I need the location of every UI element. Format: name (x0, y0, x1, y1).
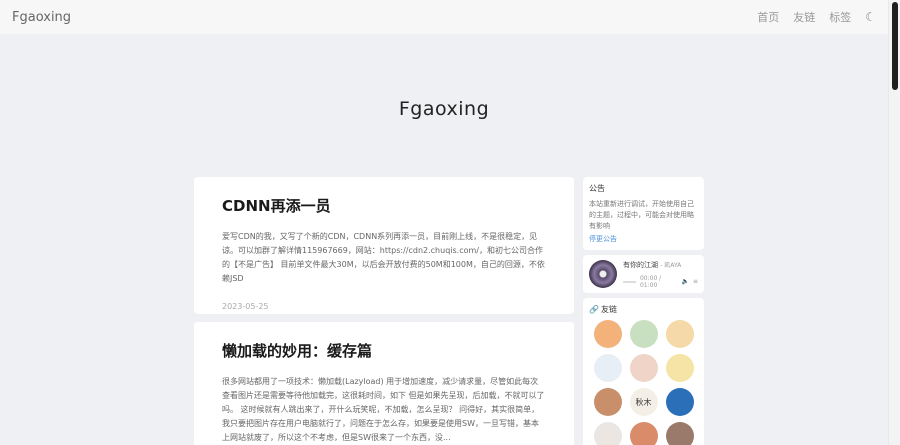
nav-item-friends[interactable]: 友链 (793, 9, 815, 25)
post-date: 2023-05-25 (222, 302, 269, 311)
nav-item-home[interactable]: 首页 (757, 9, 779, 25)
avatar-label: 秋木 (635, 397, 652, 407)
notice-widget: 公告 本站重新进行调试，开始使用自己的主题，过程中，可能会对使用略有影响 停更公… (583, 177, 704, 250)
post-title[interactable]: 懒加载的妙用：缓存篇 (222, 322, 546, 361)
friend-avatar[interactable] (593, 388, 622, 416)
post-card[interactable]: CDNN再添一员 爱写CDN的我，又写了个新的CDN，CDNN系列再添一员，目前… (194, 177, 574, 314)
friends-title-row: 🔗 友链 (589, 304, 698, 315)
friend-avatar[interactable] (665, 354, 694, 382)
player-controls: 00:00 / 01:00 🔈 ≡ (623, 275, 698, 289)
song-artist: - 凯AYA (660, 261, 682, 269)
friend-avatar[interactable] (593, 354, 622, 382)
post-card[interactable]: 懒加载的妙用：缓存篇 很多网站都用了一项技术：懒加载(Lazyload) 用于增… (194, 322, 574, 445)
moon-icon[interactable]: ☾ (865, 10, 876, 24)
hero-title: Fgaoxing (398, 98, 490, 120)
song-info: 有你的江湖 - 凯AYA (623, 260, 698, 270)
friend-avatar[interactable] (593, 320, 622, 348)
friend-avatar[interactable]: 秋木 (629, 388, 658, 416)
link-icon: 🔗 (589, 305, 599, 314)
progress-bar[interactable] (623, 280, 636, 283)
friend-avatar[interactable] (629, 354, 658, 382)
play-time: 00:00 / 01:00 (639, 274, 662, 289)
music-player: 有你的江湖 - 凯AYA 00:00 / 01:00 🔈 ≡ (583, 255, 704, 293)
nav-menu: 首页 友链 标签 ☾ (757, 9, 876, 25)
friend-avatar-grid: 秋木 (589, 320, 698, 445)
playlist-icon[interactable]: ≡ (693, 278, 698, 285)
notice-text: 本站重新进行调试，开始使用自己的主题，过程中，可能会对使用略有影响 (589, 200, 694, 230)
post-excerpt: 爱写CDN的我，又写了个新的CDN，CDNN系列再添一员，目前刚上线，不是很稳定… (222, 232, 545, 283)
friends-widget: 🔗 友链 秋木 (583, 298, 704, 445)
site-brand[interactable]: Fgaoxing (12, 10, 71, 25)
friend-avatar[interactable] (665, 388, 694, 416)
friend-avatar[interactable] (593, 422, 622, 445)
music-info: 有你的江湖 - 凯AYA 00:00 / 01:00 🔈 ≡ (623, 260, 698, 289)
song-title: 有你的江湖 (623, 260, 658, 269)
friend-avatar[interactable] (629, 320, 658, 348)
page-scrollbar[interactable] (888, 0, 900, 445)
scrollbar-thumb[interactable] (892, 2, 898, 90)
friends-title: 友链 (600, 305, 617, 314)
nav-item-tags[interactable]: 标签 (829, 9, 851, 25)
post-excerpt: 很多网站都用了一项技术：懒加载(Lazyload) 用于增加速度，减少请求量，尽… (222, 377, 545, 442)
notice-link[interactable]: 停更公告 (589, 234, 698, 244)
friend-avatar[interactable] (665, 320, 694, 348)
album-cover[interactable] (589, 260, 617, 288)
friend-avatar[interactable] (629, 422, 658, 445)
post-title[interactable]: CDNN再添一员 (222, 177, 546, 216)
notice-title: 公告 (589, 184, 605, 193)
friend-avatar[interactable] (665, 422, 694, 445)
top-navbar: Fgaoxing 首页 友链 标签 ☾ (0, 0, 888, 34)
volume-icon[interactable]: 🔈 (681, 278, 688, 285)
